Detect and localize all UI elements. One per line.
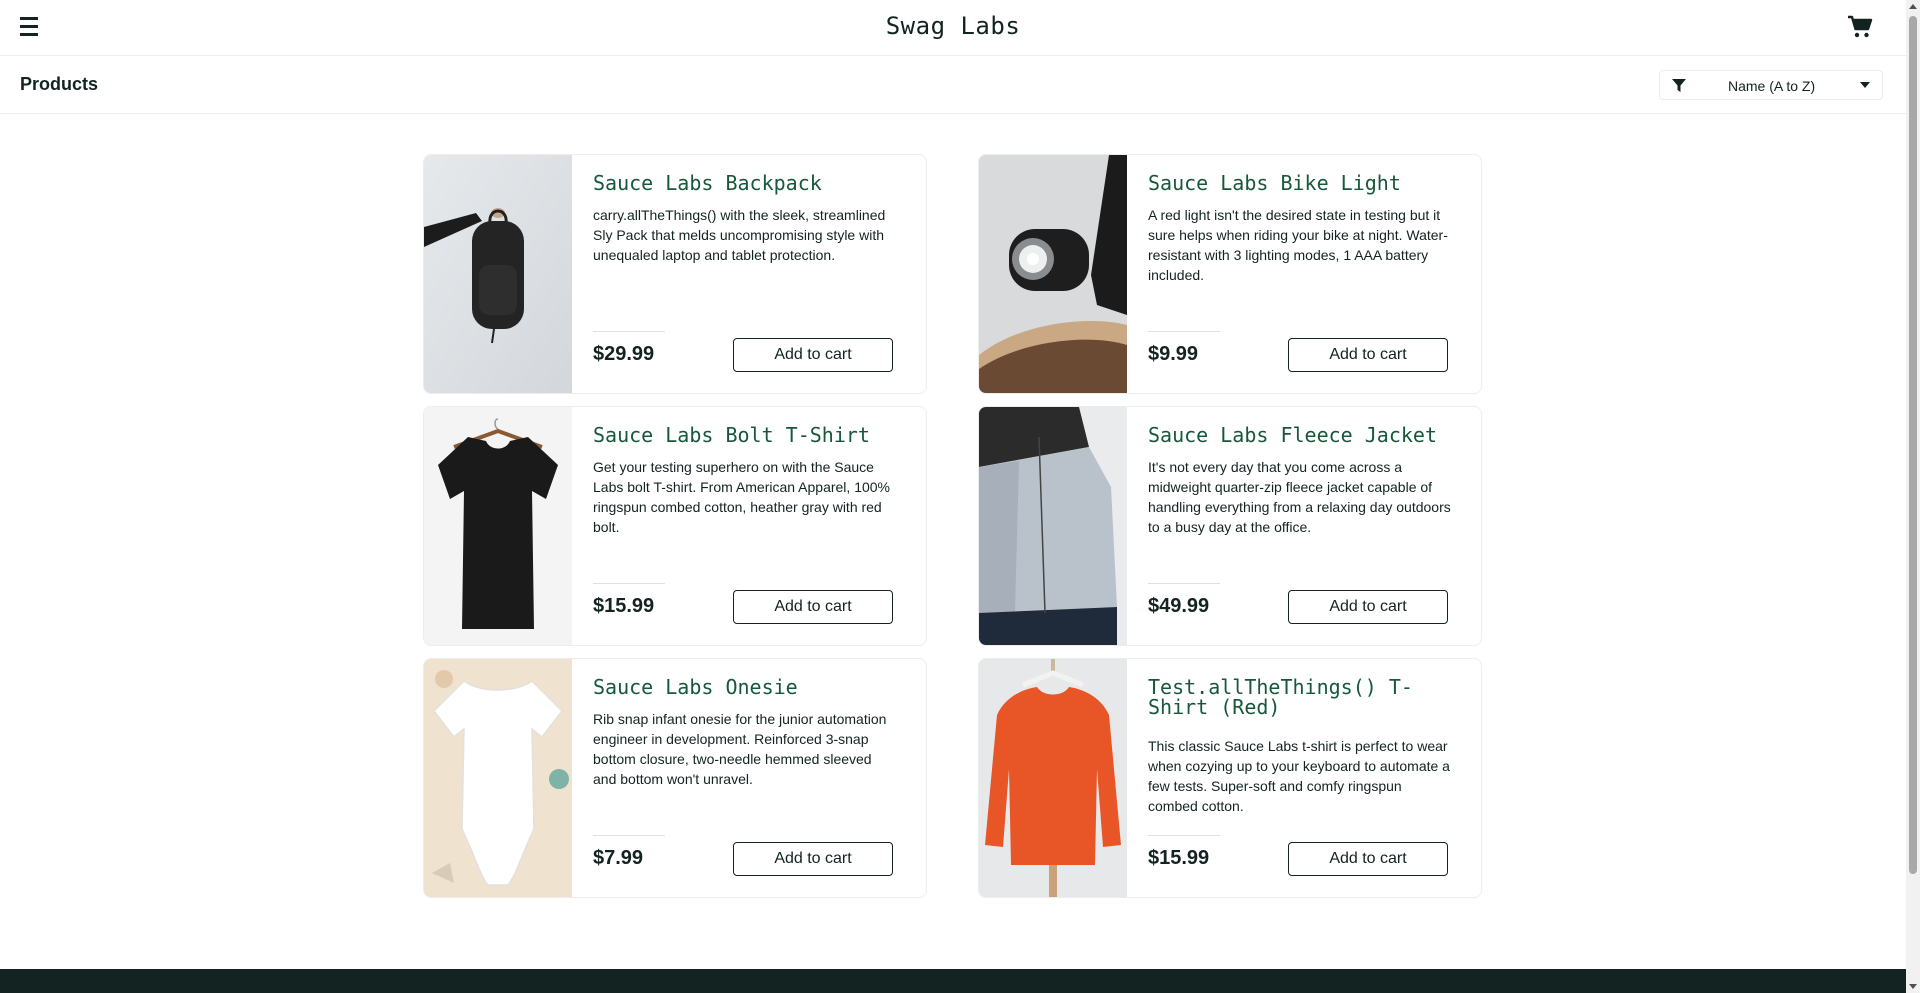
footer: [0, 969, 1906, 993]
product-name[interactable]: Sauce Labs Fleece Jacket: [1148, 425, 1468, 445]
product-name[interactable]: Sauce Labs Backpack: [593, 173, 913, 193]
product-price: $7.99: [593, 847, 644, 869]
product-image-red-t-shirt[interactable]: [979, 659, 1127, 897]
add-to-cart-button[interactable]: Add to cart: [1288, 842, 1448, 876]
product-price: $9.99: [1148, 343, 1199, 365]
divider: [593, 835, 665, 836]
divider: [593, 583, 665, 584]
add-to-cart-button[interactable]: Add to cart: [1288, 338, 1448, 372]
product-image-bolt-t-shirt[interactable]: [424, 407, 572, 645]
scrollbar-thumb[interactable]: [1909, 16, 1917, 874]
page-title: Products: [20, 74, 99, 94]
add-to-cart-button[interactable]: Add to cart: [1288, 590, 1448, 624]
inventory-item: Sauce Labs Fleece Jacket It's not every …: [978, 406, 1482, 646]
product-image-fleece-jacket[interactable]: [979, 407, 1127, 645]
product-price: $29.99: [593, 343, 655, 365]
product-description: It's not every day that you come across …: [1148, 459, 1451, 535]
app-title: Swag Labs: [885, 12, 1021, 40]
product-description: This classic Sauce Labs t-shirt is perfe…: [1148, 738, 1450, 814]
product-name[interactable]: Test.allTheThings() T-Shirt (Red): [1148, 677, 1468, 717]
chevron-down-icon: [1860, 82, 1870, 88]
product-description: A red light isn't the desired state in t…: [1148, 207, 1448, 283]
vertical-scrollbar[interactable]: [1906, 0, 1920, 993]
add-to-cart-button[interactable]: Add to cart: [733, 590, 893, 624]
add-to-cart-button[interactable]: Add to cart: [733, 842, 893, 876]
primary-header: Swag Labs: [0, 0, 1906, 56]
divider: [593, 331, 665, 332]
product-image-onesie[interactable]: [424, 659, 572, 897]
secondary-header: Products Name (A to Z): [0, 56, 1906, 114]
divider: [1148, 331, 1220, 332]
sort-select[interactable]: Name (A to Z): [1659, 70, 1883, 100]
sort-selected-value: Name (A to Z): [1728, 78, 1816, 94]
inventory-item: Sauce Labs Onesie Rib snap infant onesie…: [423, 658, 927, 898]
shopping-cart-icon[interactable]: [1847, 15, 1873, 39]
product-description: Rib snap infant onesie for the junior au…: [593, 711, 887, 787]
scroll-down-arrow-icon[interactable]: [1909, 984, 1917, 989]
add-to-cart-button[interactable]: Add to cart: [733, 338, 893, 372]
divider: [1148, 583, 1220, 584]
product-description: Get your testing superhero on with the S…: [593, 459, 890, 535]
product-image-backpack[interactable]: [424, 155, 572, 393]
product-image-bike-light[interactable]: [979, 155, 1127, 393]
product-name[interactable]: Sauce Labs Onesie: [593, 677, 913, 697]
divider: [1148, 835, 1220, 836]
product-description: carry.allTheThings() with the sleek, str…: [593, 207, 886, 263]
product-price: $49.99: [1148, 595, 1210, 617]
scroll-up-arrow-icon[interactable]: [1909, 4, 1917, 9]
inventory-item: Sauce Labs Bolt T-Shirt Get your testing…: [423, 406, 927, 646]
product-name[interactable]: Sauce Labs Bolt T-Shirt: [593, 425, 913, 445]
product-name[interactable]: Sauce Labs Bike Light: [1148, 173, 1468, 193]
product-price: $15.99: [1148, 847, 1210, 869]
product-price: $15.99: [593, 595, 655, 617]
filter-icon: [1672, 79, 1686, 92]
inventory-item: Sauce Labs Bike Light A red light isn't …: [978, 154, 1482, 394]
inventory-item: Test.allTheThings() T-Shirt (Red) This c…: [978, 658, 1482, 898]
inventory-item: Sauce Labs Backpack carry.allTheThings()…: [423, 154, 927, 394]
